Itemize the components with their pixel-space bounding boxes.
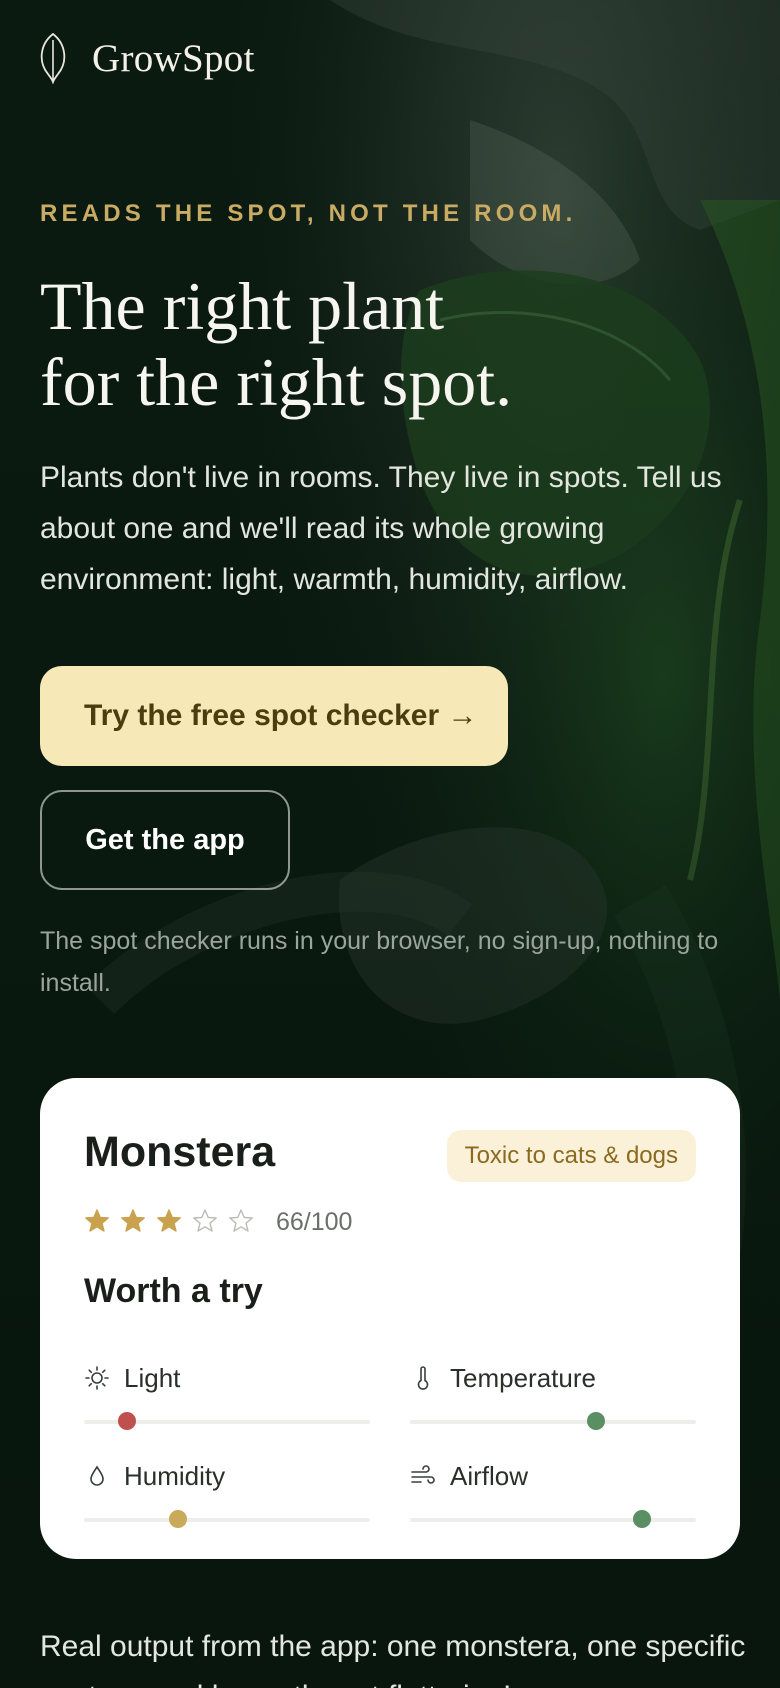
headline-line-1: The right plant [40,268,445,344]
page: GrowSpot READS THE SPOT, NOT THE ROOM. T… [0,0,780,1688]
metric-label-humidity: Humidity [124,1460,226,1491]
star-filled-icon [157,1209,181,1232]
airflow-track [410,1510,696,1528]
star-rating [84,1208,254,1234]
get-app-button[interactable]: Get the app [40,790,290,890]
headline-line-2: for the right spot. [40,344,513,420]
hero-lead: Plants don't live in rooms. They live in… [40,461,722,596]
thermometer-icon [417,1366,429,1390]
temperature-indicator [586,1412,605,1430]
metric-label-light: Light [124,1362,181,1393]
verdict: Worth a try [84,1272,263,1310]
score: 66/100 [276,1208,353,1236]
wind-icon [411,1465,435,1484]
star-empty-icon [193,1209,217,1232]
metric-airflow: Airflow [410,1458,696,1528]
temperature-track [410,1412,696,1430]
star-empty-icon [229,1209,253,1232]
hero-headline: The right plant for the right spot. [40,268,512,420]
humidity-indicator [169,1510,188,1528]
droplet-icon [90,1465,104,1486]
card-caption: Real output from the app: one monstera, … [40,1630,746,1688]
toxicity-badge: Toxic to cats & dogs [446,1130,696,1182]
metric-label-airflow: Airflow [450,1460,529,1491]
metric-temperature: Temperature [410,1360,696,1430]
brand-name: GrowSpot [92,36,255,80]
plant-name: Monstera [84,1128,276,1176]
eyebrow-tagline: READS THE SPOT, NOT THE ROOM. [40,200,577,227]
metric-label-temperature: Temperature [450,1362,596,1393]
sun-icon [85,1366,109,1390]
star-filled-icon [85,1209,109,1232]
leaf-icon [40,32,66,84]
metric-humidity: Humidity [84,1458,370,1528]
spot-checker-button[interactable]: Try the free spot checker → [40,666,508,766]
metric-light: Light [84,1360,370,1430]
brand[interactable]: GrowSpot [36,32,255,84]
humidity-track [84,1510,370,1528]
plant-result-card: Monstera Toxic to cats & dogs 66/100 Wor… [40,1078,740,1559]
light-indicator [117,1412,136,1430]
star-filled-icon [121,1209,145,1232]
light-track [84,1412,370,1430]
spot-checker-note: The spot checker runs in your browser, n… [40,927,719,997]
airflow-indicator [632,1510,651,1528]
